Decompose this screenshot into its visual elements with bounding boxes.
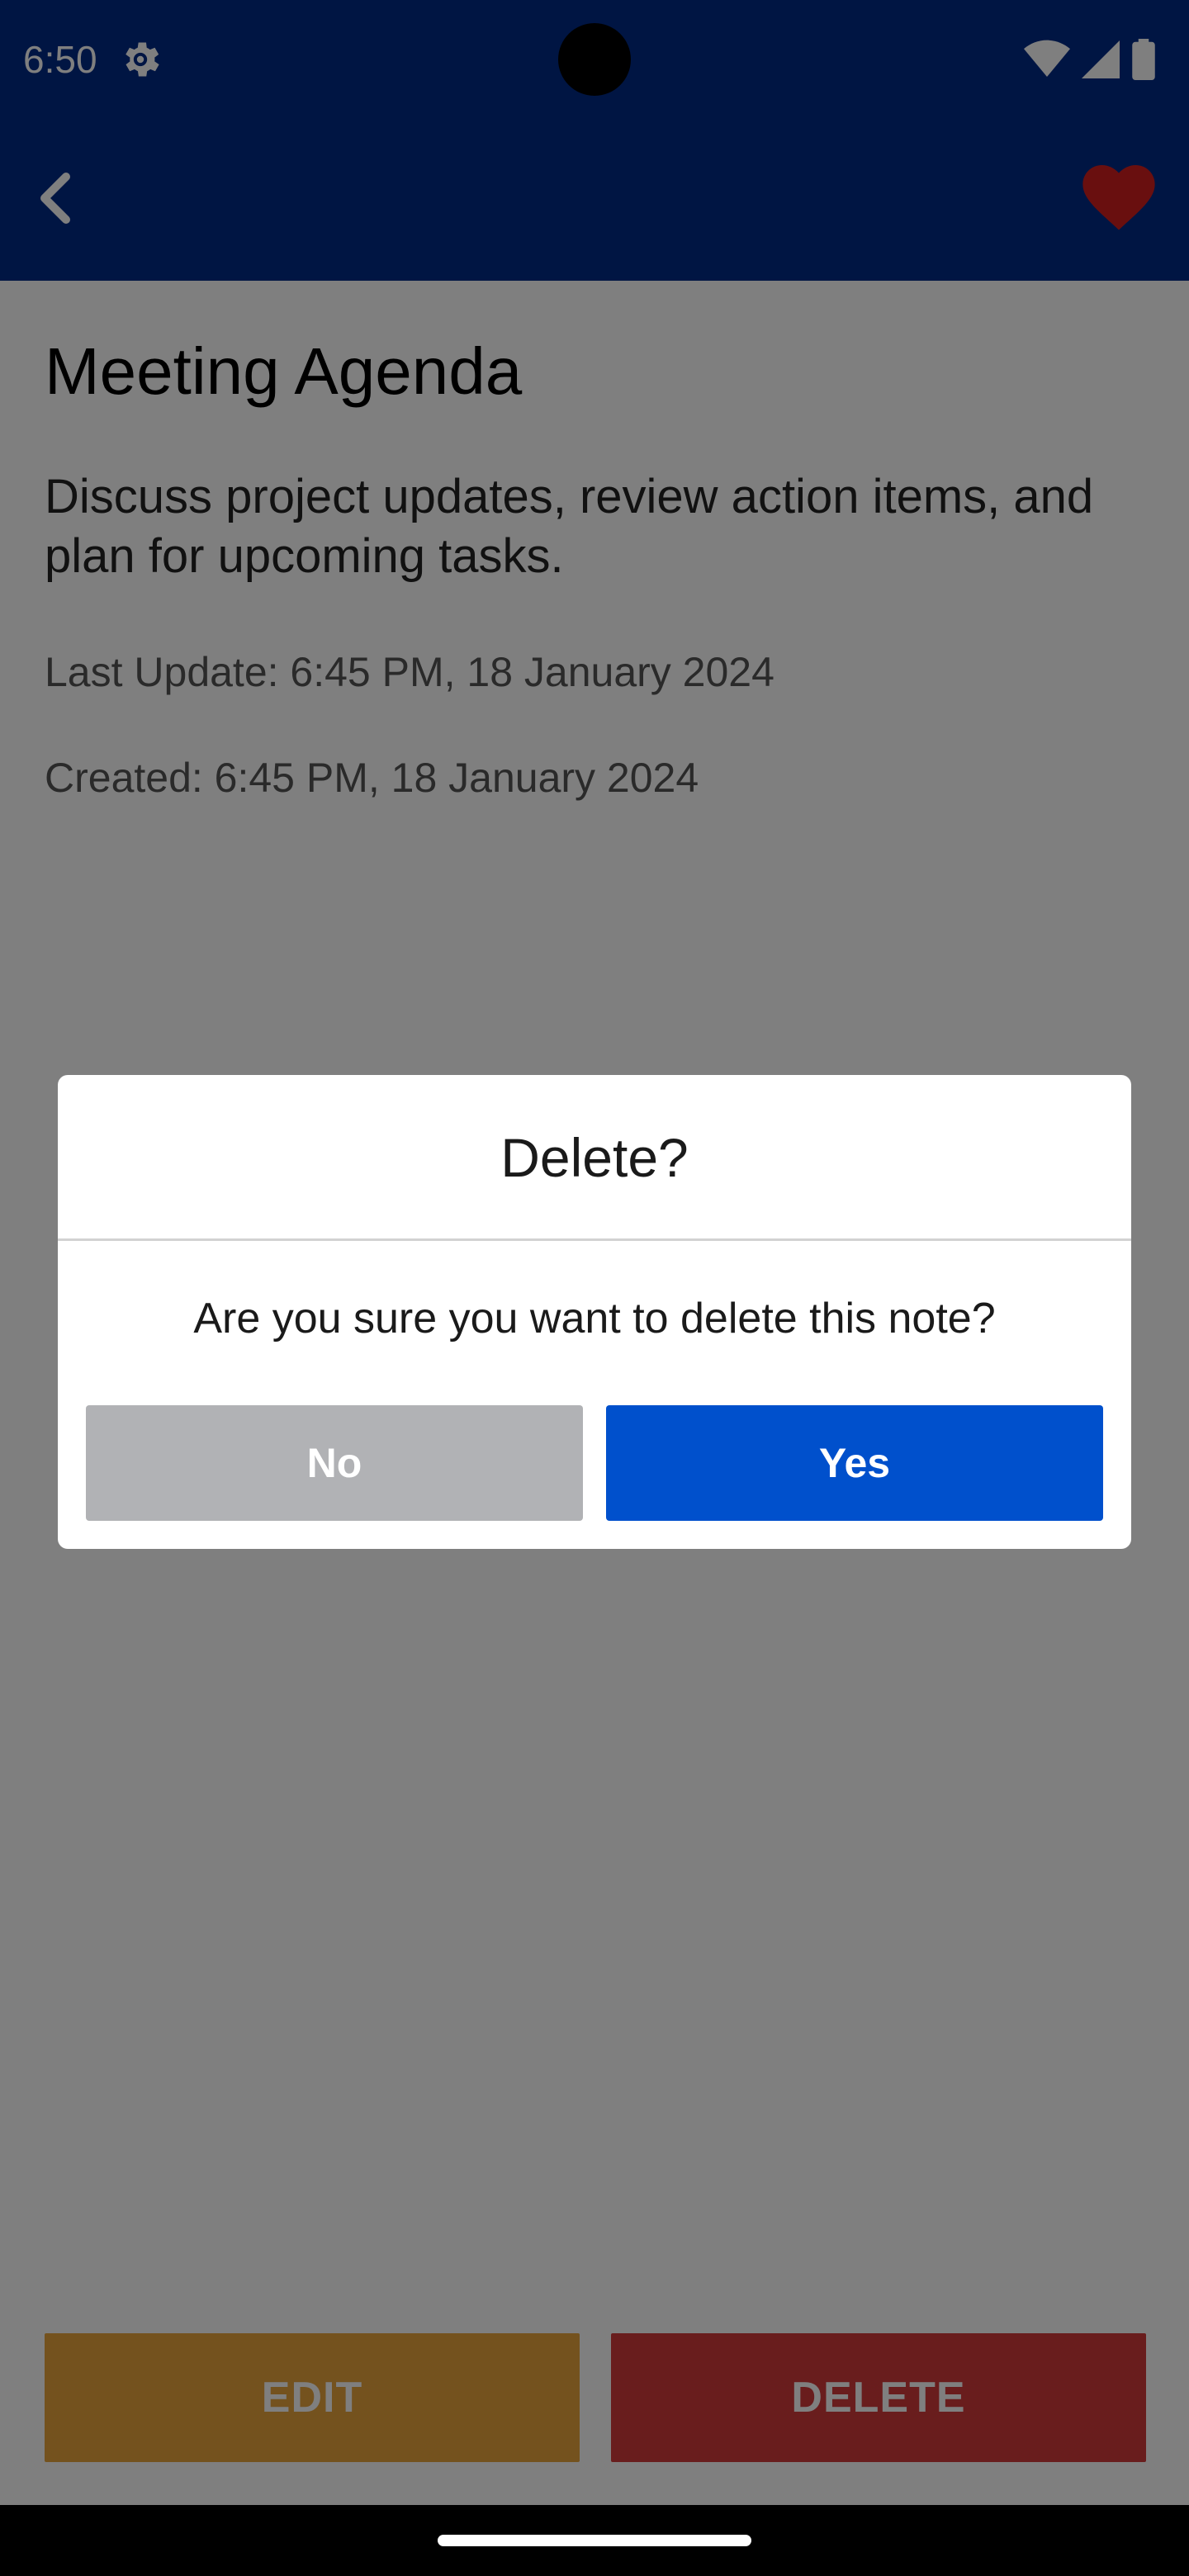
no-button[interactable]: No bbox=[86, 1405, 583, 1521]
home-gesture-handle[interactable] bbox=[438, 2535, 751, 2546]
note-detail-screen: 6:50 bbox=[0, 0, 1189, 2576]
navigation-bar bbox=[0, 2505, 1189, 2576]
delete-dialog: Delete? Are you sure you want to delete … bbox=[58, 1075, 1131, 1549]
dialog-divider bbox=[58, 1238, 1131, 1241]
dialog-message: Are you sure you want to delete this not… bbox=[193, 1295, 996, 1342]
yes-button[interactable]: Yes bbox=[606, 1405, 1103, 1521]
dialog-title: Delete? bbox=[500, 1127, 689, 1188]
